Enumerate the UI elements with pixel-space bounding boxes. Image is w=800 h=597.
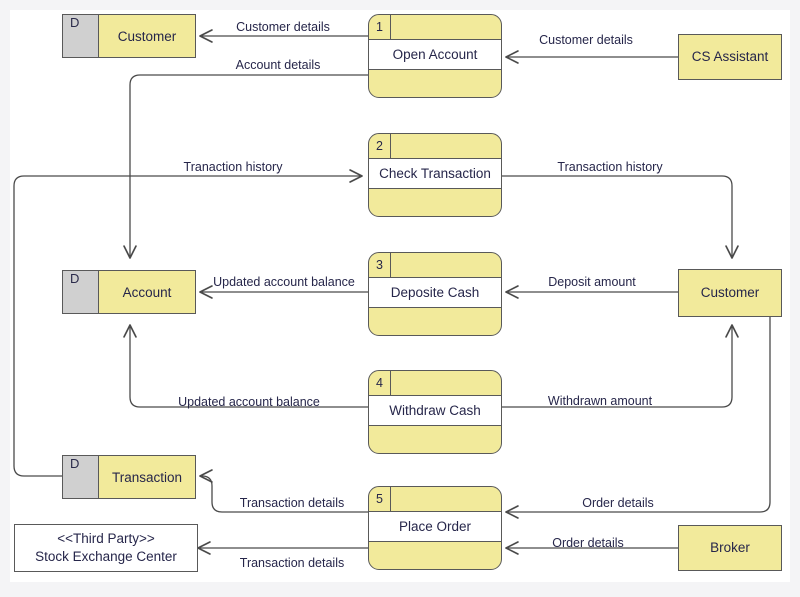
process-place-order[interactable]: 5 Place Order <box>368 486 502 570</box>
process-footer <box>369 308 501 335</box>
process-number: 2 <box>369 134 391 158</box>
process-header-fill <box>391 134 501 158</box>
flow-label-transaction-details-exchange: Transaction details <box>239 556 345 570</box>
flow-line-tranaction-history <box>13 169 363 477</box>
process-number: 5 <box>369 487 391 511</box>
datastore-label: Transaction <box>111 469 183 485</box>
flow-label-updated-balance-deposit: Updated account balance <box>213 275 355 289</box>
process-header: 4 <box>369 371 501 396</box>
process-header: 2 <box>369 134 501 159</box>
process-footer <box>369 426 501 453</box>
process-header: 5 <box>369 487 501 512</box>
process-footer <box>369 189 501 216</box>
flow-label-updated-balance-withdraw: Updated account balance <box>178 395 320 409</box>
process-withdraw-cash[interactable]: 4 Withdraw Cash <box>368 370 502 454</box>
process-number: 1 <box>369 15 391 39</box>
flow-label-customer-details-store: Customer details <box>236 20 330 34</box>
datastore-marker: D <box>63 456 99 498</box>
process-number: 4 <box>369 371 391 395</box>
datastore-label: Account <box>122 284 172 300</box>
flow-label-withdrawn-amount: Withdrawn amount <box>547 394 653 408</box>
flow-label-tranaction-history: Tranaction history <box>183 160 283 174</box>
diagram-root: Customer details Account details Custome… <box>0 0 800 597</box>
flow-label-transaction-details-store: Transaction details <box>239 496 345 510</box>
entity-name: Stock Exchange Center <box>35 549 177 564</box>
process-header: 1 <box>369 15 501 40</box>
flow-line-transaction-history <box>502 175 739 259</box>
flow-line-order-details-customer <box>505 317 771 519</box>
process-number: 3 <box>369 253 391 277</box>
entity-stock-exchange-center[interactable]: <<Third Party>> Stock Exchange Center <box>14 524 198 572</box>
process-label: Withdraw Cash <box>369 396 501 426</box>
datastore-label: Customer <box>117 28 177 44</box>
entity-cs-assistant[interactable]: CS Assistant <box>678 34 782 80</box>
entity-broker[interactable]: Broker <box>678 525 782 571</box>
process-label: Check Transaction <box>369 159 501 189</box>
process-deposite-cash[interactable]: 3 Deposite Cash <box>368 252 502 336</box>
flow-label-order-details-customer: Order details <box>582 496 654 510</box>
flow-label-customer-details-cs: Customer details <box>539 33 633 47</box>
process-header-fill <box>391 15 501 39</box>
process-header-fill <box>391 253 501 277</box>
process-header: 3 <box>369 253 501 278</box>
process-open-account[interactable]: 1 Open Account <box>368 14 502 98</box>
entity-stereotype: <<Third Party>> <box>57 530 155 546</box>
process-label: Deposite Cash <box>369 278 501 308</box>
datastore-transaction[interactable]: D Transaction <box>62 455 196 499</box>
process-header-fill <box>391 487 501 511</box>
flow-label-account-details: Account details <box>235 58 321 72</box>
process-label: Open Account <box>369 40 501 70</box>
datastore-marker: D <box>63 15 99 57</box>
process-header-fill <box>391 371 501 395</box>
process-footer <box>369 70 501 97</box>
datastore-customer[interactable]: D Customer <box>62 14 196 58</box>
datastore-account[interactable]: D Account <box>62 270 196 314</box>
flow-label-order-details-broker: Order details <box>552 536 624 550</box>
process-label: Place Order <box>369 512 501 542</box>
flow-label-deposit-amount: Deposit amount <box>548 275 636 289</box>
datastore-marker: D <box>63 271 99 313</box>
entity-customer[interactable]: Customer <box>678 269 782 317</box>
process-footer <box>369 542 501 569</box>
process-check-transaction[interactable]: 2 Check Transaction <box>368 133 502 217</box>
flow-label-transaction-history: Transaction history <box>557 160 663 174</box>
